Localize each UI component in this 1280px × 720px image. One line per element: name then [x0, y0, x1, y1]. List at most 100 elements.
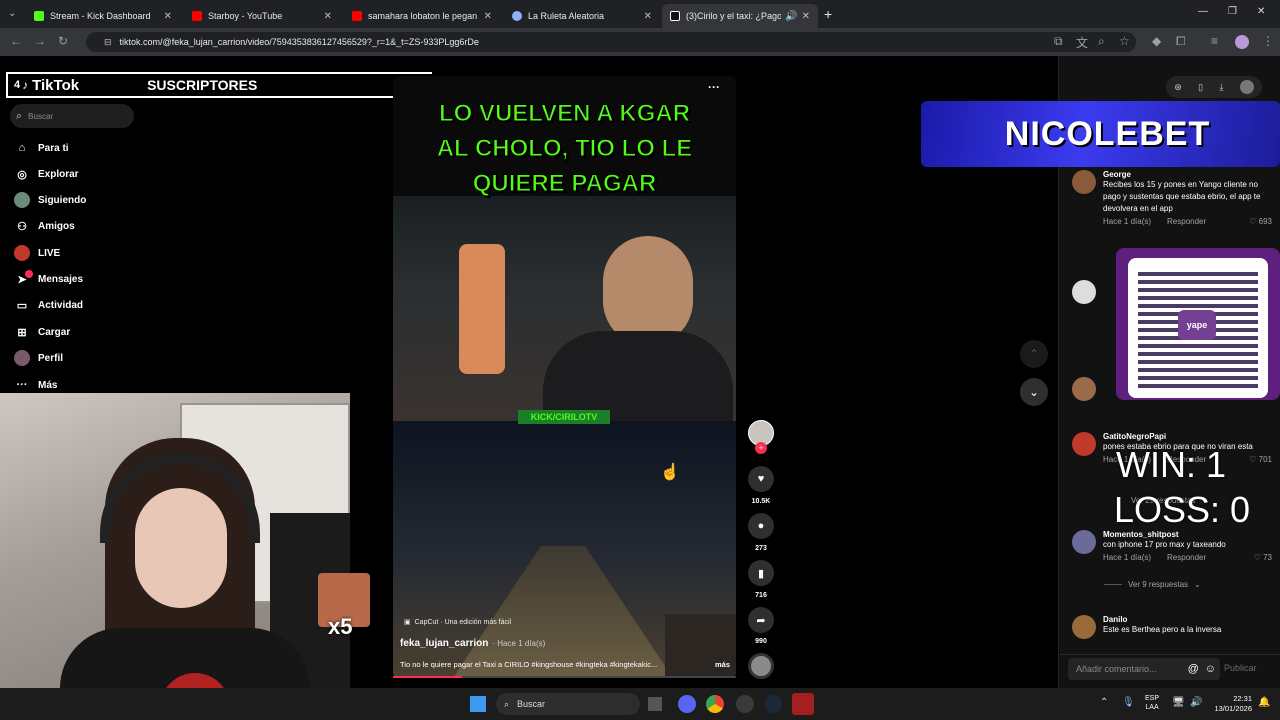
video-author[interactable]: feka_lujan_carrion — [400, 638, 488, 649]
commenter-name[interactable]: Momentos_shitpost — [1103, 530, 1272, 539]
clock[interactable]: 22:31 13/01/2026 — [1206, 694, 1252, 714]
translate-icon[interactable]: 文 — [1076, 34, 1088, 51]
view-replies-link[interactable]: Ver 9 respuestas — [1128, 580, 1188, 589]
profile-avatar[interactable] — [1235, 35, 1249, 49]
sidebar-item-live[interactable]: LIVE — [14, 243, 60, 263]
extension-icon[interactable]: ◆ — [1152, 34, 1161, 48]
music-disc-avatar[interactable] — [748, 653, 774, 679]
sidebar-item-actividad[interactable]: ▭ Actividad — [14, 295, 83, 315]
prev-video-button[interactable]: ⌃ — [1020, 340, 1048, 368]
tab-youtube-samahara[interactable]: samahara lobaton le pegan - Y ✕ — [344, 4, 500, 28]
zoom-icon[interactable]: ⌕ — [1098, 34, 1105, 49]
coins-icon[interactable]: ⊛ — [1174, 82, 1182, 93]
sidebar-item-mas[interactable]: ··· Más — [14, 375, 58, 395]
puzzle-icon[interactable]: ⧠ — [1176, 34, 1186, 49]
commenter-avatar[interactable] — [1072, 377, 1096, 401]
sidebar-item-amigos[interactable]: ⚇ Amigos — [14, 216, 75, 236]
device-icon[interactable]: ▯ — [1198, 82, 1203, 93]
user-avatar-icon[interactable] — [1239, 80, 1254, 94]
tab-ruleta[interactable]: La Ruleta Aleatoria ✕ — [504, 4, 660, 28]
network-icon[interactable]: 🖥 — [1172, 697, 1185, 708]
emoji-icon[interactable]: ☺ — [1205, 663, 1216, 675]
task-view-icon[interactable] — [648, 697, 662, 711]
download-icon[interactable]: ⤓ — [1219, 82, 1223, 93]
tab-youtube-starboy[interactable]: Starboy - YouTube ✕ — [184, 4, 340, 28]
volume-icon[interactable]: 🔊 — [1190, 697, 1202, 708]
sidebar-item-cargar[interactable]: ⊞ Cargar — [14, 322, 70, 342]
close-tab-icon[interactable]: ✕ — [644, 11, 652, 22]
minimize-icon[interactable]: — — [1198, 6, 1208, 17]
app-icon[interactable] — [792, 693, 814, 715]
site-info-icon[interactable]: ⊟ — [104, 37, 112, 48]
sidebar-item-para-ti[interactable]: ⌂ Para ti — [14, 138, 69, 158]
commenter-avatar[interactable] — [1072, 530, 1096, 554]
tab-search-icon[interactable]: ⌄ — [8, 8, 16, 19]
comment-button[interactable]: ● — [748, 513, 774, 539]
like-button[interactable]: ♥ — [748, 466, 774, 492]
close-tab-icon[interactable]: ✕ — [164, 11, 172, 22]
forward-icon[interactable]: → — [34, 34, 46, 48]
browser-menu-icon[interactable]: ⋮ — [1262, 34, 1274, 48]
steam-icon[interactable] — [764, 695, 782, 713]
commenter-name[interactable]: GatitoNegroPapi — [1103, 432, 1272, 441]
reload-icon[interactable]: ↻ — [58, 34, 68, 48]
chrome-icon[interactable] — [706, 695, 724, 713]
bookmark-star-icon[interactable]: ☆ — [1119, 34, 1130, 48]
back-icon[interactable]: ← — [10, 34, 22, 48]
commenter-avatar[interactable] — [1072, 432, 1096, 456]
install-app-icon[interactable]: ⧉ — [1054, 34, 1063, 49]
tray-chevron-icon[interactable]: ⌃ — [1100, 697, 1108, 708]
windows-start-icon[interactable] — [470, 696, 486, 712]
tab-kick-dashboard[interactable]: Stream - Kick Dashboard ✕ — [26, 4, 180, 28]
youtube-icon — [192, 11, 202, 21]
sidebar-item-perfil[interactable]: Perfil — [14, 348, 63, 368]
emote-multiplier: x5 — [328, 614, 353, 639]
comment-likes[interactable]: ♡ 693 — [1249, 217, 1272, 226]
sidebar-item-siguiendo[interactable]: Siguiendo — [14, 190, 86, 210]
maximize-icon[interactable]: ❐ — [1228, 6, 1237, 17]
caption-more-link[interactable]: más — [715, 660, 730, 669]
commenter-name[interactable]: Danilo — [1103, 615, 1272, 624]
search-box[interactable]: ⌕ Buscar — [10, 104, 134, 128]
tiktok-logo-icon: ♪ — [22, 78, 29, 92]
sidebar-item-explorar[interactable]: ◎ Explorar — [14, 164, 79, 184]
mute-tab-icon[interactable]: 🔊 — [785, 11, 797, 22]
obs-icon[interactable] — [736, 695, 754, 713]
share-button[interactable]: ➦ — [748, 607, 774, 633]
close-window-icon[interactable]: ✕ — [1257, 6, 1265, 17]
sidebar-item-label: Explorar — [38, 168, 79, 180]
commenter-name[interactable]: George — [1103, 170, 1272, 179]
close-tab-icon[interactable]: ✕ — [484, 11, 492, 22]
sidebar-item-label: Actividad — [38, 299, 84, 311]
comment-likes[interactable]: ♡ 701 — [1249, 455, 1272, 464]
language-indicator[interactable]: ESP LAA — [1145, 694, 1159, 712]
commenter-avatar[interactable] — [1072, 280, 1096, 304]
publish-button[interactable]: Publicar — [1224, 663, 1257, 673]
sidebar-item-label: Mensajes — [38, 273, 84, 285]
close-tab-icon[interactable]: ✕ — [802, 11, 810, 22]
follow-plus-icon[interactable]: + — [755, 442, 767, 454]
save-button[interactable]: ▮ — [748, 560, 774, 586]
comment-text: Recibes los 15 y pones en Yango cliente … — [1103, 180, 1261, 213]
video-options-icon[interactable]: ··· — [708, 80, 720, 94]
comment-input[interactable]: Añadir comentario... @ ☺ — [1068, 658, 1220, 680]
view-replies-row[interactable]: Ver 9 respuestas ⌄ — [1104, 580, 1201, 589]
notification-icon[interactable]: 🔔 — [1258, 697, 1270, 708]
commenter-avatar[interactable] — [1072, 170, 1096, 194]
commenter-avatar[interactable] — [1072, 615, 1096, 639]
taskbar-search[interactable]: ⌕ Buscar — [496, 693, 640, 715]
media-icon[interactable]: ≡ — [1211, 34, 1218, 48]
microphone-icon[interactable]: 🎙 — [1122, 697, 1135, 708]
url-field[interactable]: ⊟ tiktok.com/@feka_lujan_carrion/video/7… — [86, 32, 1136, 52]
mention-icon[interactable]: @ — [1188, 663, 1199, 675]
video-progress[interactable] — [393, 676, 736, 678]
discord-icon[interactable] — [678, 695, 696, 713]
new-tab-button[interactable]: + — [824, 6, 832, 22]
reply-link[interactable]: Responder — [1167, 217, 1206, 226]
next-video-button[interactable]: ⌄ — [1020, 378, 1048, 406]
close-tab-icon[interactable]: ✕ — [324, 11, 332, 22]
profile-avatar-icon — [14, 350, 30, 366]
comment-likes[interactable]: ♡ 73 — [1254, 553, 1272, 562]
reply-link[interactable]: Responder — [1167, 553, 1206, 562]
tab-tiktok-cirilo[interactable]: (3)Cirilo y el taxi: ¿Pago o n 🔊 ✕ — [662, 4, 818, 28]
